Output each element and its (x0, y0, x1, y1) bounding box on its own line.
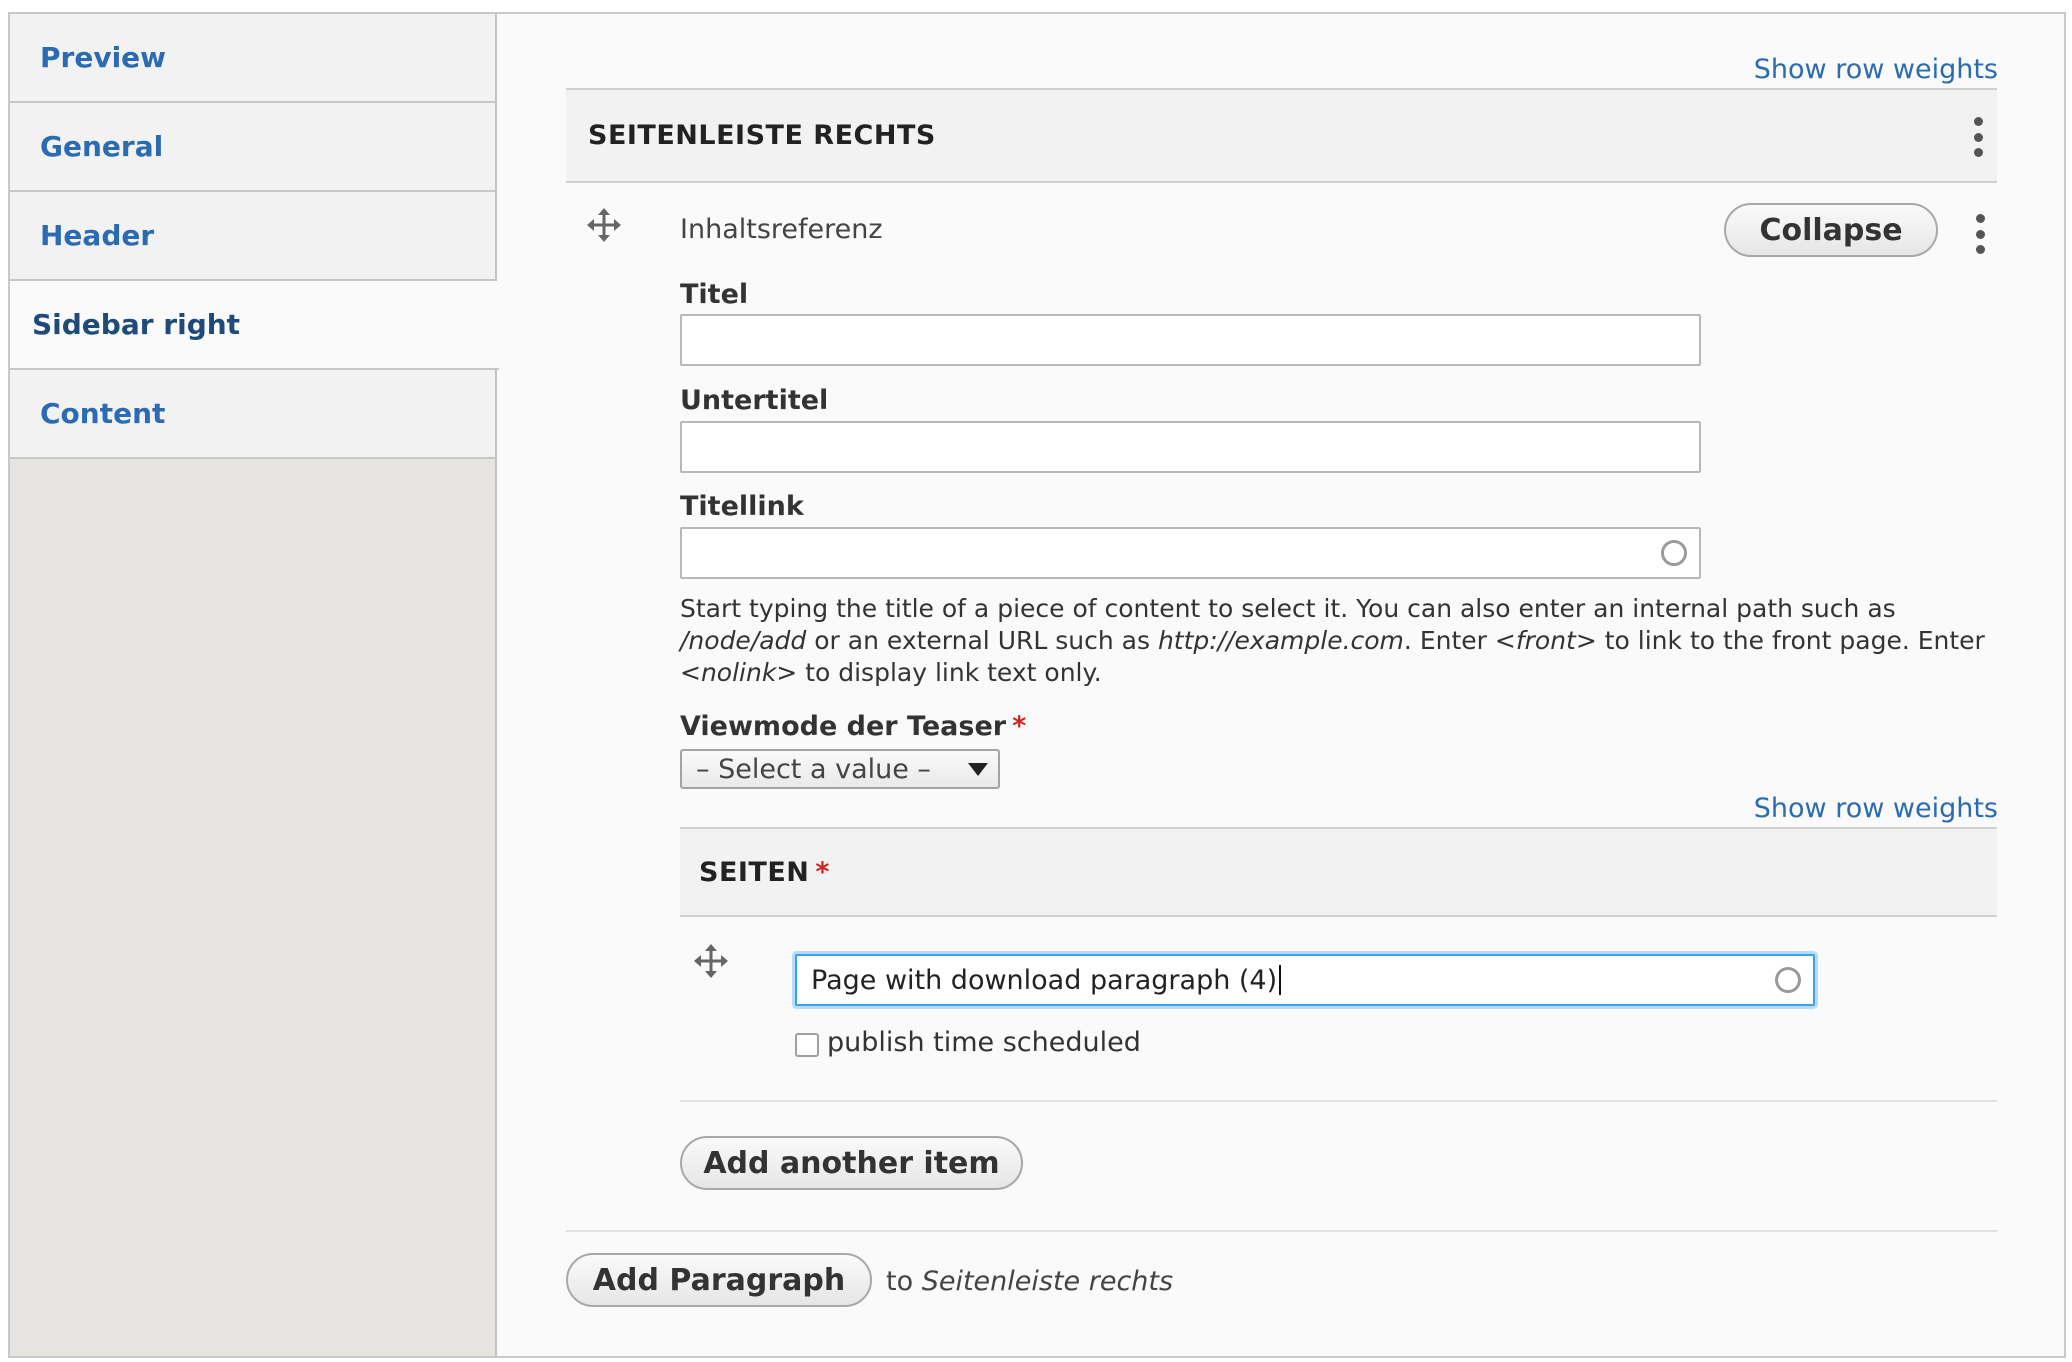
tab-label: General (40, 130, 164, 163)
desc-text: or an external URL such as (806, 626, 1158, 655)
seiten-header: SEITEN * (680, 827, 1997, 917)
divider (566, 1230, 1997, 1232)
desc-path: /node/add (680, 626, 807, 655)
required-mark: * (815, 856, 831, 888)
seiten-entry-value: Page with download paragraph (4) (811, 964, 1278, 996)
seiten-entry-field[interactable]: Page with download paragraph (4) (795, 954, 1815, 1006)
desc-front: <front> (1494, 626, 1597, 655)
to-text: to (886, 1266, 914, 1297)
main-panel: Show row weights SEITENLEISTE RECHTS Inh… (497, 14, 2064, 1356)
autocomplete-icon (1661, 540, 1687, 566)
paragraph-edit-frame: Preview General Header Sidebar right Con… (8, 12, 2066, 1358)
desc-text: Start typing the title of a piece of con… (680, 594, 1896, 623)
paragraph-type-label: Inhaltsreferenz (680, 214, 883, 245)
viewmode-label: Viewmode der Teaser * (680, 711, 1026, 742)
tab-label: Sidebar right (32, 308, 241, 341)
kebab-menu-icon[interactable] (1971, 117, 1985, 157)
desc-text: to display link text only. (797, 658, 1102, 687)
divider (680, 1100, 1997, 1102)
vertical-tabs: Preview General Header Sidebar right Con… (10, 14, 499, 1356)
titellink-description: Start typing the title of a piece of con… (680, 593, 2000, 689)
text-cursor (1279, 965, 1282, 995)
desc-url: http://example.com (1157, 626, 1404, 655)
tab-label: Content (40, 397, 166, 430)
desc-text: to link to the front page. Enter (1596, 626, 1985, 655)
collapse-button[interactable]: Collapse (1724, 203, 1938, 257)
tab-preview[interactable]: Preview (10, 14, 495, 103)
untertitel-label: Untertitel (680, 385, 829, 416)
titellink-label: Titellink (680, 491, 804, 522)
autocomplete-icon (1775, 967, 1801, 993)
add-paragraph-button[interactable]: Add Paragraph (566, 1253, 872, 1307)
show-row-weights-link[interactable]: Show row weights (1754, 793, 1998, 824)
target-region: Seitenleiste rechts (921, 1266, 1174, 1297)
titel-field[interactable] (680, 314, 1701, 366)
untertitel-field[interactable] (680, 421, 1701, 473)
tab-general[interactable]: General (10, 103, 495, 192)
publish-time-checkbox[interactable] (795, 1033, 819, 1057)
kebab-menu-icon[interactable] (1973, 214, 1987, 254)
viewmode-select[interactable]: – Select a value – (680, 749, 1000, 789)
show-row-weights-link[interactable]: Show row weights (1754, 54, 1998, 85)
tab-label: Header (40, 219, 155, 252)
tab-label: Preview (40, 41, 167, 74)
add-another-item-button[interactable]: Add another item (680, 1136, 1023, 1190)
tab-header[interactable]: Header (10, 192, 495, 281)
seiten-title: SEITEN (699, 856, 810, 888)
add-paragraph-target: to Seitenleiste rechts (886, 1266, 1173, 1297)
titel-label: Titel (680, 279, 749, 310)
section-header: SEITENLEISTE RECHTS (566, 88, 1997, 183)
section-title: SEITENLEISTE RECHTS (588, 120, 936, 151)
viewmode-label-text: Viewmode der Teaser (680, 711, 1007, 742)
tab-sidebar-right[interactable]: Sidebar right (10, 281, 499, 370)
desc-nolink: <nolink> (680, 658, 798, 687)
publish-time-label[interactable]: publish time scheduled (827, 1027, 1141, 1058)
drag-handle-icon[interactable] (693, 943, 729, 979)
titellink-field[interactable] (680, 527, 1701, 579)
desc-text: . Enter (1403, 626, 1495, 655)
drag-handle-icon[interactable] (586, 207, 622, 243)
viewmode-value: – Select a value – (696, 753, 931, 785)
tab-content[interactable]: Content (10, 370, 495, 459)
required-mark: * (1012, 711, 1027, 742)
triangle-down-icon (968, 763, 988, 776)
